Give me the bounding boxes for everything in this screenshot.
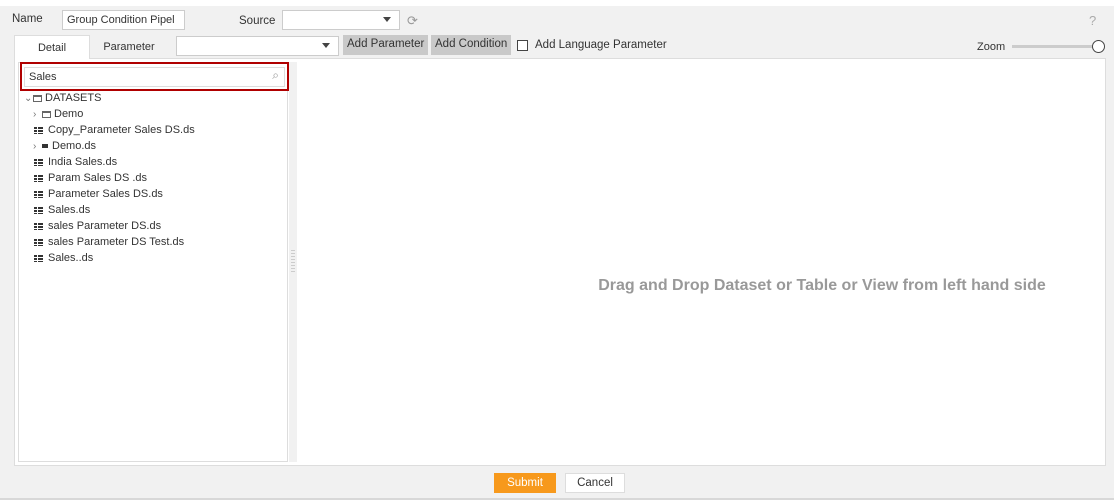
submit-button[interactable]: Submit [494, 473, 556, 493]
dataset-icon [34, 158, 43, 166]
search-icon[interactable]: ⌕ [272, 68, 279, 83]
tree-item[interactable]: › Demo [33, 106, 83, 122]
dataset-icon [34, 126, 43, 134]
tree-item[interactable]: sales Parameter DS.ds [34, 218, 161, 234]
tree-item[interactable]: Sales.ds [34, 202, 90, 218]
dataset-icon [34, 206, 43, 214]
zoom-slider-track[interactable] [1012, 45, 1098, 48]
add-condition-button[interactable]: Add Condition [431, 35, 512, 55]
tree-item[interactable]: India Sales.ds [34, 154, 117, 170]
tree-label: Sales.ds [48, 204, 91, 216]
dataset-icon [34, 254, 43, 262]
dataset-icon [34, 222, 43, 230]
tree-label: sales Parameter DS.ds [48, 220, 162, 232]
tree-item[interactable]: › Demo.ds [33, 138, 96, 154]
folder-icon [42, 110, 51, 118]
search-highlight: Sales ⌕ [20, 62, 289, 91]
search-input[interactable]: Sales [24, 67, 285, 87]
tree-item[interactable]: Param Sales DS .ds [34, 170, 147, 186]
source-select[interactable] [282, 10, 400, 30]
language-parameter-checkbox[interactable] [517, 40, 528, 51]
tree-label: DATASETS [45, 92, 102, 104]
tab-label: Detail [37, 42, 67, 54]
drop-hint: Drag and Drop Dataset or Table or View f… [598, 277, 1046, 294]
dataset-icon [34, 238, 43, 246]
main-panel: Sales ⌕ Drag and Drop Dataset or Table o… [14, 58, 1106, 466]
tree-label: Demo [54, 108, 84, 120]
zoom-label: Zoom [977, 41, 1006, 53]
search-value: Sales [29, 71, 57, 83]
tree-label: India Sales.ds [48, 156, 118, 168]
chevron-down-icon [383, 17, 391, 22]
zoom-slider-handle[interactable] [1092, 40, 1105, 53]
tree-item[interactable]: Parameter Sales DS.ds [34, 186, 163, 202]
tree-item[interactable]: Copy_Parameter Sales DS.ds [34, 122, 195, 138]
source-label: Source [239, 15, 276, 27]
name-label: Name [12, 13, 43, 25]
tree-label: sales Parameter DS Test.ds [48, 236, 185, 248]
dataset-icon [34, 174, 43, 182]
tree-item[interactable]: sales Parameter DS Test.ds [34, 234, 184, 250]
chevron-right-icon: › [33, 108, 37, 120]
dataset-icon [42, 144, 48, 148]
tab-detail[interactable]: Detail [14, 35, 90, 59]
tree-label: Copy_Parameter Sales DS.ds [48, 124, 195, 136]
chevron-down-icon: ⌄ [24, 92, 33, 104]
tree-item[interactable]: Sales..ds [34, 250, 93, 266]
tab-label: Parameter [103, 41, 155, 53]
tree-label: Param Sales DS .ds [48, 172, 148, 184]
refresh-icon[interactable]: ⟳ [407, 13, 418, 29]
tree-label: Parameter Sales DS.ds [48, 188, 163, 200]
tree-label: Demo.ds [52, 140, 97, 152]
tree-root-datasets[interactable]: ⌄ DATASETS [24, 90, 101, 106]
tab-parameter[interactable]: Parameter [90, 35, 168, 58]
splitter-handle[interactable] [289, 62, 297, 462]
chevron-right-icon: › [33, 140, 37, 152]
folder-icon [33, 94, 42, 102]
parameter-select[interactable] [176, 36, 339, 56]
help-icon[interactable]: ? [1089, 13, 1096, 28]
add-parameter-button[interactable]: Add Parameter [343, 35, 429, 55]
tree-label: Sales..ds [48, 252, 94, 264]
dataset-icon [34, 190, 43, 198]
chevron-down-icon [322, 43, 330, 48]
name-input[interactable]: Group Condition Pipel [62, 10, 185, 30]
language-parameter-label: Add Language Parameter [535, 39, 667, 51]
cancel-button[interactable]: Cancel [565, 473, 625, 493]
